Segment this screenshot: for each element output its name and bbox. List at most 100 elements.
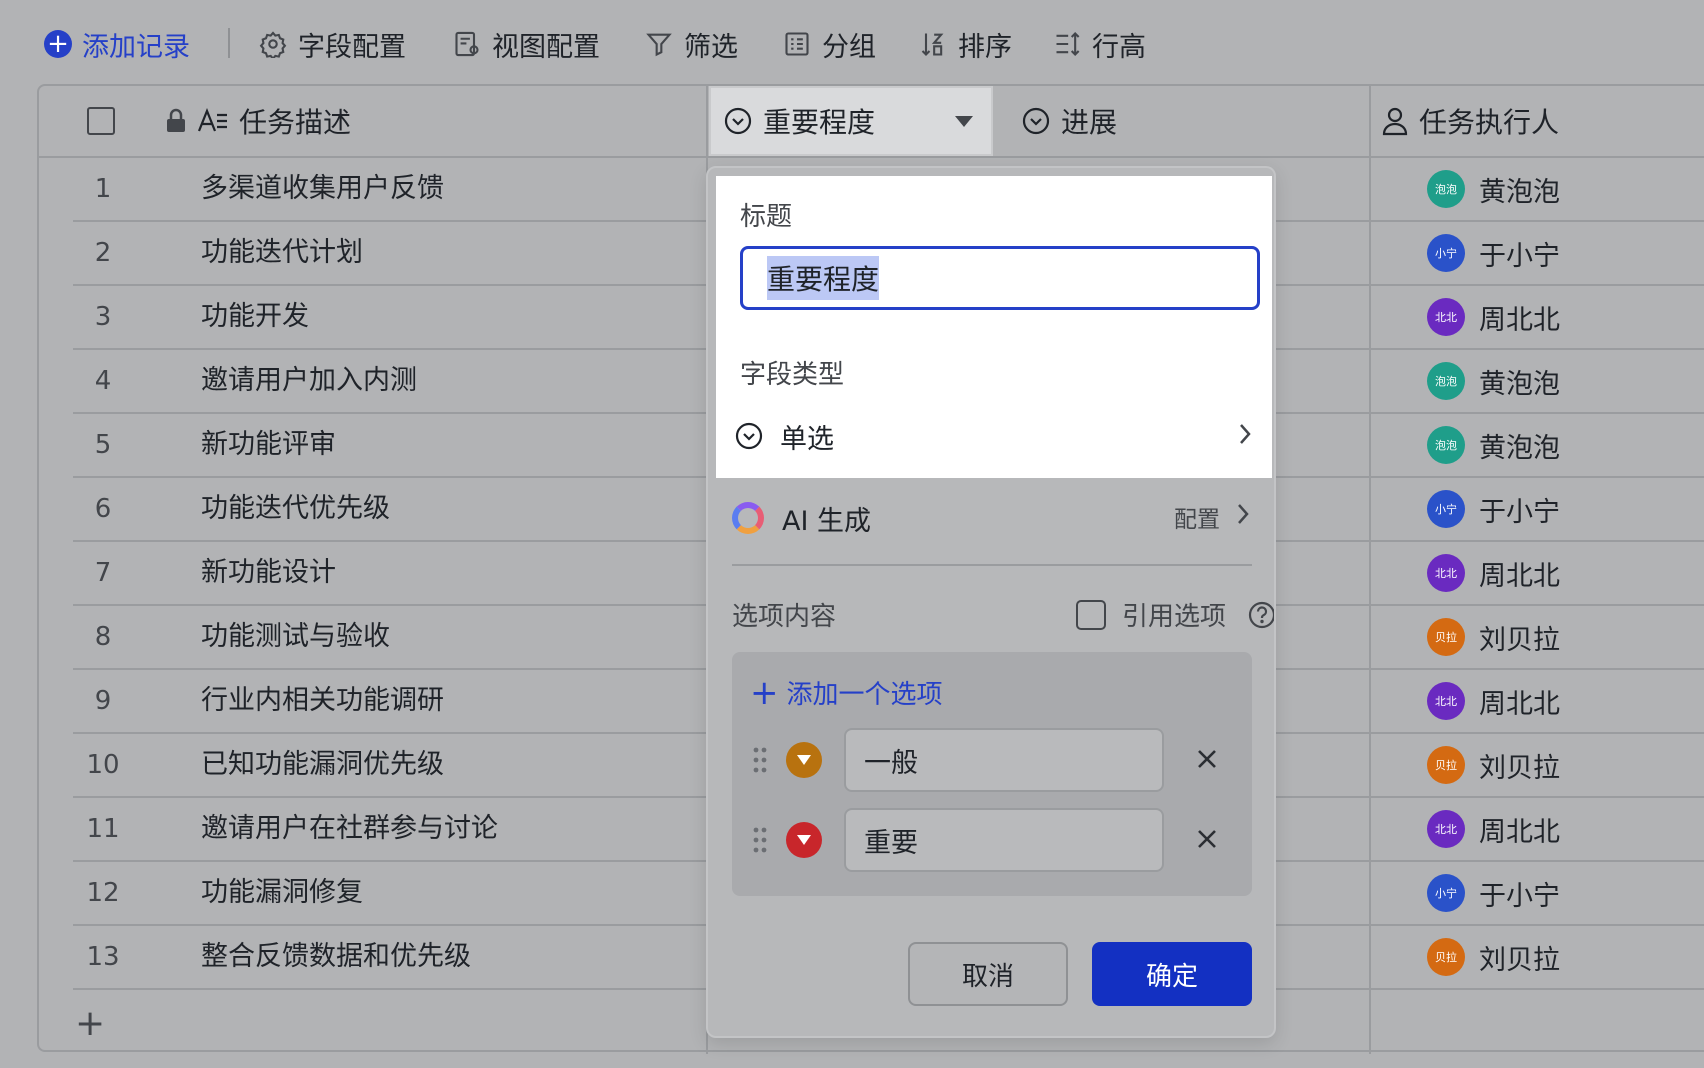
text-field-icon (197, 107, 229, 135)
view-config-button[interactable]: 视图配置 (452, 24, 600, 64)
avatar: 北北 (1427, 298, 1465, 336)
task-desc-cell[interactable]: 新功能设计 (201, 542, 336, 604)
assignee-name: 周北北 (1479, 304, 1560, 336)
popup-divider (732, 564, 1252, 566)
drag-handle-icon[interactable] (752, 746, 768, 778)
filter-button[interactable]: 筛选 (644, 24, 738, 64)
option-color-icon[interactable] (786, 742, 822, 778)
ai-generate-row[interactable]: AI 生成 配置 (732, 496, 1252, 540)
task-desc-cell[interactable]: 功能迭代优先级 (201, 478, 390, 540)
add-option-button[interactable]: + 添加一个选项 (750, 674, 943, 711)
task-desc-cell[interactable]: 功能测试与验收 (201, 606, 390, 668)
row-number: 2 (94, 238, 112, 268)
avatar: 北北 (1427, 554, 1465, 592)
reference-options-label: 引用选项 (1122, 602, 1227, 632)
row-number: 11 (86, 814, 120, 844)
ai-label: AI 生成 (782, 505, 872, 537)
row-number: 9 (94, 686, 112, 716)
assignee-name: 黄泡泡 (1479, 432, 1560, 464)
task-desc-cell[interactable]: 行业内相关功能调研 (201, 670, 444, 732)
assignee-name: 周北北 (1479, 560, 1560, 592)
assignee-cell[interactable]: 贝拉 刘贝拉 (1427, 926, 1560, 988)
field-type-selector[interactable]: 单选 (734, 414, 1254, 458)
close-icon[interactable] (1192, 744, 1222, 778)
assignee-cell[interactable]: 小宁 于小宁 (1427, 478, 1560, 540)
drag-handle-icon[interactable] (752, 826, 768, 858)
column-header-importance[interactable]: 重要程度 (709, 86, 993, 156)
avatar: 泡泡 (1427, 426, 1465, 464)
row-number: 3 (94, 302, 112, 332)
avatar: 小宁 (1427, 490, 1465, 528)
ai-config-button[interactable]: 配置 (1174, 500, 1252, 534)
lock-icon (165, 108, 187, 134)
chevron-right-icon (1234, 500, 1252, 534)
assignee-name: 黄泡泡 (1479, 176, 1560, 208)
row-number: 5 (94, 430, 112, 460)
option-item: 一般 (752, 728, 1242, 792)
column-header-assignee[interactable]: 任务执行人 (1381, 86, 1559, 156)
assignee-cell[interactable]: 北北 周北北 (1427, 542, 1560, 604)
task-desc-cell[interactable]: 多渠道收集用户反馈 (201, 158, 444, 220)
task-desc-cell[interactable]: 邀请用户加入内测 (201, 350, 417, 412)
confirm-button[interactable]: 确定 (1092, 942, 1252, 1006)
assignee-cell[interactable]: 贝拉 刘贝拉 (1427, 606, 1560, 668)
cancel-button[interactable]: 取消 (908, 942, 1068, 1006)
assignee-name: 黄泡泡 (1479, 368, 1560, 400)
add-record-button[interactable]: + 添加记录 (44, 24, 190, 64)
task-desc-cell[interactable]: 已知功能漏洞优先级 (201, 734, 444, 796)
option-input[interactable]: 重要 (844, 808, 1164, 872)
options-header: 选项内容 引用选项 (732, 596, 1274, 636)
title-input[interactable]: 重要程度 (740, 246, 1260, 310)
option-color-icon[interactable] (786, 822, 822, 858)
column-header-task-desc[interactable]: 任务描述 (165, 86, 351, 156)
ai-icon (732, 502, 764, 534)
reference-options-checkbox[interactable] (1076, 600, 1106, 630)
title-label: 标题 (740, 202, 793, 232)
group-icon (782, 29, 812, 59)
task-desc-cell[interactable]: 功能迭代计划 (201, 222, 363, 284)
option-input[interactable]: 一般 (844, 728, 1164, 792)
assignee-cell[interactable]: 泡泡 黄泡泡 (1427, 158, 1560, 220)
row-number: 8 (94, 622, 112, 652)
field-type-label: 字段类型 (740, 360, 845, 390)
help-icon[interactable] (1247, 600, 1274, 634)
assignee-cell[interactable]: 北北 周北北 (1427, 286, 1560, 348)
assignee-cell[interactable]: 泡泡 黄泡泡 (1427, 350, 1560, 412)
option-item: 重要 (752, 808, 1242, 872)
assignee-cell[interactable]: 贝拉 刘贝拉 (1427, 734, 1560, 796)
assignee-cell[interactable]: 泡泡 黄泡泡 (1427, 414, 1560, 476)
add-row-button[interactable]: + (75, 1006, 105, 1042)
sort-button[interactable]: 排序 (918, 24, 1012, 64)
single-select-icon (734, 421, 764, 451)
assignee-cell[interactable]: 北北 周北北 (1427, 798, 1560, 860)
row-number: 6 (94, 494, 112, 524)
assignee-cell[interactable]: 北北 周北北 (1427, 670, 1560, 732)
row-height-button[interactable]: 行高 (1052, 24, 1146, 64)
select-all-checkbox[interactable] (87, 107, 115, 135)
sort-icon (918, 29, 948, 59)
column-header-progress[interactable]: 进展 (1021, 86, 1117, 156)
dropdown-caret-icon[interactable] (955, 116, 973, 127)
row-number: 4 (94, 366, 112, 396)
avatar: 贝拉 (1427, 618, 1465, 656)
field-config-button[interactable]: 字段配置 (258, 24, 406, 64)
assignee-cell[interactable]: 小宁 于小宁 (1427, 862, 1560, 924)
assignee-cell[interactable]: 小宁 于小宁 (1427, 222, 1560, 284)
assignee-name: 于小宁 (1479, 880, 1560, 912)
group-button[interactable]: 分组 (782, 24, 876, 64)
task-desc-cell[interactable]: 新功能评审 (201, 414, 336, 476)
toolbar: + 添加记录 字段配置 视图配置 筛选 分组 排序 行高 (0, 0, 1704, 88)
assignee-name: 刘贝拉 (1479, 752, 1560, 784)
gear-icon (258, 29, 288, 59)
table-header: 任务描述 重要程度 进展 任务执行人 (39, 86, 1704, 158)
close-icon[interactable] (1192, 824, 1222, 858)
assignee-name: 于小宁 (1479, 240, 1560, 272)
task-desc-cell[interactable]: 邀请用户在社群参与讨论 (201, 798, 498, 860)
row-number: 13 (86, 942, 120, 972)
avatar: 小宁 (1427, 874, 1465, 912)
assignee-name: 周北北 (1479, 688, 1560, 720)
task-desc-cell[interactable]: 功能漏洞修复 (201, 862, 363, 924)
task-desc-cell[interactable]: 功能开发 (201, 286, 309, 348)
toolbar-divider (228, 28, 230, 58)
task-desc-cell[interactable]: 整合反馈数据和优先级 (201, 926, 471, 988)
